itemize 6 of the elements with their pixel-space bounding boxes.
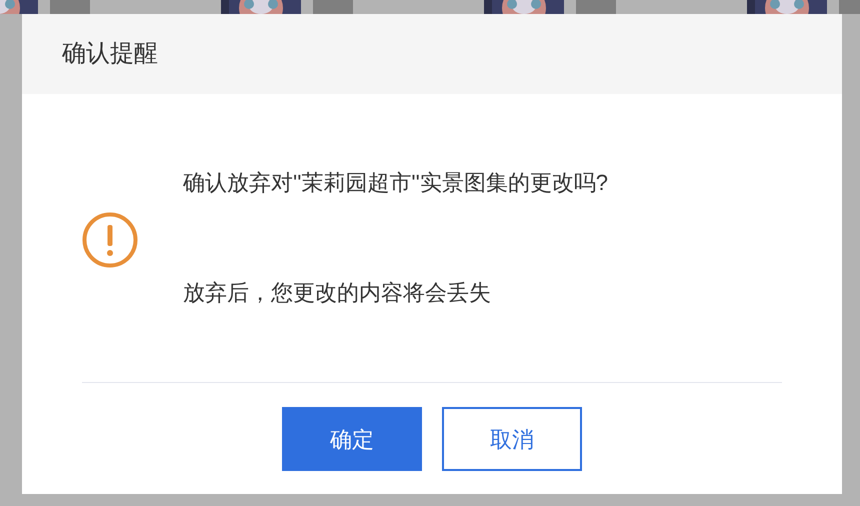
warning-detail: 放弃后，您更改的内容将会丢失 [183,279,492,307]
cancel-button[interactable]: 取消 [442,407,582,471]
confirm-message: 确认放弃对''茉莉园超市''实景图集的更改吗? [183,169,608,197]
warning-icon [82,212,138,268]
confirm-button[interactable]: 确定 [282,407,422,471]
dialog-title: 确认提醒 [62,39,158,69]
